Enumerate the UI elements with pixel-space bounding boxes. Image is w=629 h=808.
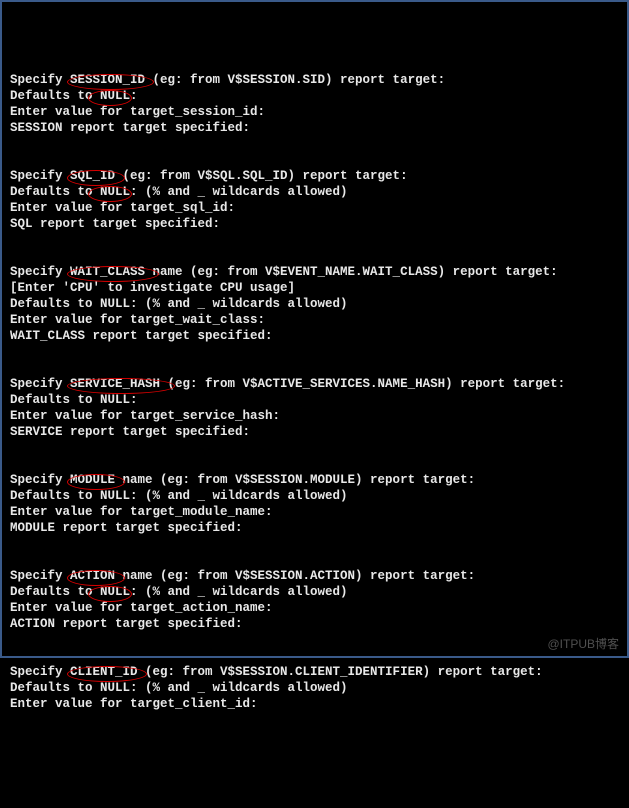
specified-line: SERVICE report target specified: [10,424,627,440]
enter-value-line: Enter value for target_action_name: [10,600,627,616]
specify-line: Specify ACTION name (eg: from V$SESSION.… [10,568,627,584]
specified-line: ACTION report target specified: [10,616,627,632]
enter-value-line: Enter value for target_wait_class: [10,312,627,328]
blank-line [10,648,627,664]
blank-line [10,248,627,264]
enter-value-line: Enter value for target_client_id: [10,696,627,712]
blank-line [10,456,627,472]
specify-line: Specify SQL_ID (eg: from V$SQL.SQL_ID) r… [10,168,627,184]
watermark-text: @ITPUB博客 [547,636,619,652]
enter-value-line: Enter value for target_session_id: [10,104,627,120]
defaults-line: Defaults to NULL: (% and _ wildcards all… [10,680,627,696]
defaults-line: Defaults to NULL: (% and _ wildcards all… [10,184,627,200]
defaults-line: Defaults to NULL: (% and _ wildcards all… [10,296,627,312]
specify-line: Specify SERVICE_HASH (eg: from V$ACTIVE_… [10,376,627,392]
prompt-block: Specify SERVICE_HASH (eg: from V$ACTIVE_… [10,376,627,440]
prompt-block: Specify MODULE name (eg: from V$SESSION.… [10,472,627,536]
specify-line: Specify WAIT_CLASS name (eg: from V$EVEN… [10,264,627,280]
blank-line [10,344,627,360]
prompt-block: Specify SQL_ID (eg: from V$SQL.SQL_ID) r… [10,168,627,232]
blank-line [10,232,627,248]
specified-line: SQL report target specified: [10,216,627,232]
terminal-output: Specify SESSION_ID (eg: from V$SESSION.S… [10,72,627,712]
prompt-block: Specify ACTION name (eg: from V$SESSION.… [10,568,627,632]
specified-line: SESSION report target specified: [10,120,627,136]
prompt-block: Specify SESSION_ID (eg: from V$SESSION.S… [10,72,627,136]
blank-line [10,136,627,152]
specify-line: Specify SESSION_ID (eg: from V$SESSION.S… [10,72,627,88]
prompt-block: Specify CLIENT_ID (eg: from V$SESSION.CL… [10,664,627,712]
enter-value-line: Enter value for target_module_name: [10,504,627,520]
specify-line: Specify CLIENT_ID (eg: from V$SESSION.CL… [10,664,627,680]
blank-line [10,536,627,552]
defaults-line: Defaults to NULL: (% and _ wildcards all… [10,584,627,600]
defaults-line: Defaults to NULL: (% and _ wildcards all… [10,488,627,504]
enter-value-line: Enter value for target_sql_id: [10,200,627,216]
defaults-line: Defaults to NULL: [10,392,627,408]
specified-line: WAIT_CLASS report target specified: [10,328,627,344]
prompt-block: Specify WAIT_CLASS name (eg: from V$EVEN… [10,264,627,344]
specify-line: Specify MODULE name (eg: from V$SESSION.… [10,472,627,488]
specified-line: MODULE report target specified: [10,520,627,536]
blank-line [10,552,627,568]
blank-line [10,360,627,376]
blank-line [10,440,627,456]
blank-line [10,152,627,168]
defaults-line: Defaults to NULL: [10,88,627,104]
extra-line: [Enter 'CPU' to investigate CPU usage] [10,280,627,296]
blank-line [10,632,627,648]
enter-value-line: Enter value for target_service_hash: [10,408,627,424]
